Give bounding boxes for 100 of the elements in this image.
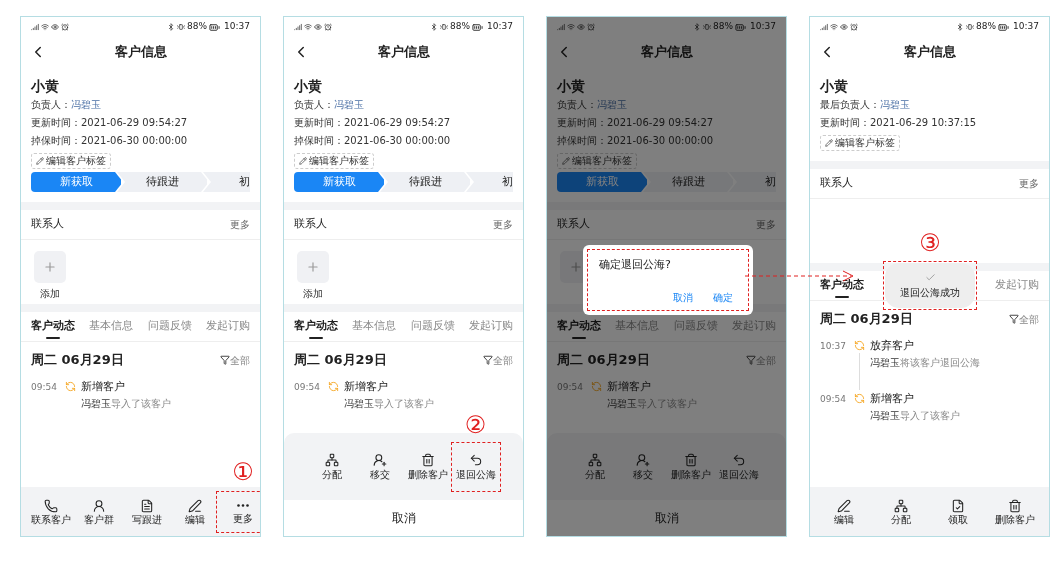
filter-icon	[220, 355, 230, 365]
plus-icon	[569, 260, 583, 274]
stage-step[interactable]: 新获取	[294, 172, 384, 192]
edit-tags-button[interactable]: 编辑客户标签	[31, 153, 111, 169]
tab[interactable]: 客户动态	[820, 271, 864, 300]
person-link[interactable]: 冯碧玉	[880, 96, 910, 112]
cancel-button[interactable]: 取消	[284, 500, 523, 536]
more-link[interactable]: 更多	[756, 217, 776, 232]
tab[interactable]: 基本信息	[352, 312, 397, 341]
tab[interactable]: 客户动态	[557, 312, 601, 341]
filter-button[interactable]: 全部	[220, 352, 250, 368]
toolbar-button[interactable]: 领取	[933, 491, 982, 532]
sheet-action[interactable]: 分配	[307, 448, 356, 485]
stage-step[interactable]: 初	[466, 172, 513, 192]
tab[interactable]: 问题反馈	[410, 312, 455, 341]
toolbar-button[interactable]: 写跟进	[123, 491, 171, 532]
dialog-message: 确定退回公海?	[599, 257, 672, 273]
wifi-icon	[41, 23, 49, 31]
stage-step[interactable]: 新获取	[31, 172, 121, 192]
stage-step[interactable]: 待跟进	[643, 172, 733, 192]
add-label: 添加	[303, 287, 323, 301]
toolbar-button[interactable]: 编辑	[171, 491, 219, 532]
clock-time: 10:37	[224, 20, 250, 34]
battery-level: 88%	[450, 20, 471, 34]
wifi-icon	[304, 23, 312, 31]
toolbar-button[interactable]: 分配	[877, 491, 926, 532]
field-value: 2021-06-29 09:54:27	[81, 115, 188, 130]
event-description: 冯碧玉将该客户退回公海	[870, 356, 980, 370]
cancel-button[interactable]: 取消	[547, 500, 786, 536]
field-value: 2021-06-30 00:00:00	[81, 133, 188, 148]
page-title: 客户信息	[903, 43, 956, 62]
page-title: 客户信息	[114, 43, 167, 62]
filter-icon	[1009, 314, 1019, 324]
tab[interactable]: 发起订购	[995, 271, 1039, 300]
edit-tags-button[interactable]: 编辑客户标签	[820, 135, 900, 151]
tab[interactable]: 客户动态	[31, 312, 75, 341]
network-icon	[587, 453, 602, 467]
battery-level: 88%	[187, 20, 208, 34]
field-label: 更新时间：	[31, 115, 81, 130]
stage-step[interactable]: 初	[203, 172, 250, 192]
sheet-action[interactable]: 删除客户	[403, 448, 452, 485]
page-title: 客户信息	[640, 43, 693, 62]
date-heading: 周二 06月29日	[294, 351, 387, 370]
alarm-icon	[324, 23, 332, 31]
event-time: 09:54	[31, 381, 58, 394]
event-time: 09:54	[557, 381, 584, 394]
dialog-cancel-button[interactable]: 取消	[673, 290, 693, 305]
tab[interactable]: 基本信息	[89, 312, 134, 341]
section-title: 联系人	[557, 216, 590, 233]
toolbar-button[interactable]: 编辑	[820, 491, 869, 532]
sheet-action[interactable]: 删除客户	[666, 448, 715, 485]
battery-icon	[472, 21, 484, 33]
tab[interactable]: 发起订购	[206, 312, 250, 341]
sheet-action[interactable]: 退回公海	[451, 448, 500, 485]
customer-name: 小黄	[820, 77, 849, 95]
stage-step[interactable]: 待跟进	[117, 172, 207, 192]
vibrate-icon	[966, 23, 975, 31]
tab[interactable]: 问题反馈	[147, 312, 192, 341]
tab[interactable]: 发起订购	[469, 312, 513, 341]
toolbar-button[interactable]: 更多	[219, 491, 260, 532]
pencil-icon	[36, 157, 44, 165]
person-link[interactable]: 冯碧玉	[71, 96, 101, 112]
signal-icon	[557, 23, 565, 31]
tab[interactable]: 客户动态	[294, 312, 338, 341]
toolbar-button[interactable]: 联系客户	[27, 491, 75, 532]
battery-icon	[209, 21, 221, 33]
edit-tags-button[interactable]: 编辑客户标签	[557, 153, 637, 169]
tab-underline	[572, 337, 586, 339]
sheet-action[interactable]: 移交	[355, 448, 404, 485]
field-label: 掉保时间：	[557, 133, 607, 148]
edit-tags-button[interactable]: 编辑客户标签	[294, 153, 374, 169]
dialog-confirm-button[interactable]: 确定	[713, 290, 733, 305]
user-icon	[92, 498, 106, 513]
toolbar-button[interactable]: 删除客户	[990, 491, 1039, 532]
filter-button[interactable]: 全部	[483, 352, 513, 368]
signal-icon	[820, 23, 828, 31]
toolbar-button[interactable]: 客户群	[75, 491, 123, 532]
person-link[interactable]: 冯碧玉	[597, 96, 627, 112]
page-title: 客户信息	[377, 43, 430, 62]
more-link[interactable]: 更多	[493, 217, 513, 232]
bluetooth-icon	[430, 23, 439, 31]
tab-underline	[309, 337, 323, 339]
sheet-action[interactable]: 移交	[618, 448, 667, 485]
sheet-action[interactable]: 分配	[570, 448, 619, 485]
field-label: 更新时间：	[294, 115, 344, 130]
section-title: 联系人	[31, 216, 64, 233]
vibrate-icon	[177, 23, 186, 31]
filter-button[interactable]: 全部	[1009, 311, 1039, 327]
field-label: 掉保时间：	[294, 133, 344, 148]
alarm-icon	[850, 23, 858, 31]
more-link[interactable]: 更多	[230, 217, 250, 232]
stage-step[interactable]: 待跟进	[380, 172, 470, 192]
eye-icon	[840, 23, 848, 31]
eye-icon	[51, 23, 59, 31]
more-link[interactable]: 更多	[1019, 176, 1039, 191]
tab-underline	[46, 337, 60, 339]
person-link[interactable]: 冯碧玉	[334, 96, 364, 112]
refresh-icon	[590, 381, 602, 392]
sheet-action[interactable]: 退回公海	[714, 448, 763, 485]
stage-step[interactable]: 初	[729, 172, 776, 192]
